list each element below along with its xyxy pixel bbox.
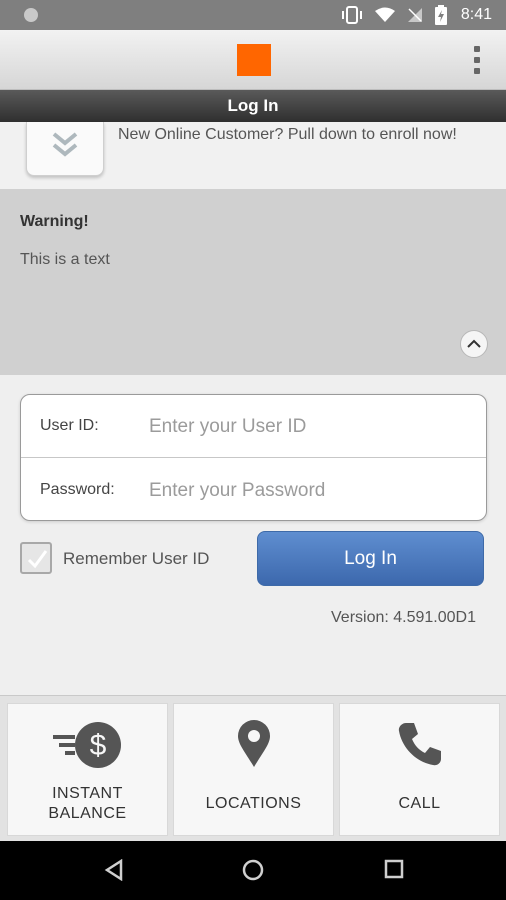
password-label: Password: [40, 481, 115, 498]
login-form: User ID: Password: [20, 394, 487, 521]
password-row: Password: [21, 459, 486, 522]
notification-dot-icon [24, 8, 38, 22]
tile-label-line1: INSTANT [52, 785, 123, 802]
remember-checkbox[interactable] [20, 542, 52, 574]
app-header [0, 30, 506, 90]
page-title: Log In [0, 90, 506, 122]
status-bar: 8:41 [0, 0, 506, 30]
enroll-prompt: New Online Customer? Pull down to enroll… [118, 126, 457, 143]
instant-balance-button[interactable]: $ INSTANT BALANCE [7, 703, 168, 836]
user-id-row: User ID: [21, 395, 486, 458]
locations-button[interactable]: LOCATIONS [173, 703, 334, 836]
pull-down-tab[interactable] [26, 122, 104, 176]
home-icon[interactable] [242, 859, 264, 881]
chevron-up-icon [467, 339, 481, 348]
wifi-icon [374, 7, 395, 22]
enroll-area: New Online Customer? Pull down to enroll… [0, 122, 506, 189]
no-sim-icon [407, 8, 422, 22]
user-id-input[interactable] [149, 409, 469, 445]
call-button[interactable]: CALL [339, 703, 500, 836]
quick-actions-bar: $ INSTANT BALANCE LOCATIONS CALL [0, 695, 506, 841]
status-icons: 8:41 [341, 5, 492, 25]
recents-icon[interactable] [384, 859, 404, 879]
brand-logo [237, 44, 271, 76]
navigation-bar [0, 841, 506, 900]
back-icon[interactable] [104, 859, 124, 881]
location-pin-icon [174, 720, 333, 768]
version-text: Version: 4.591.00D1 [331, 609, 476, 626]
battery-icon [434, 5, 447, 25]
warning-body: This is a text [20, 251, 110, 268]
overflow-menu-icon[interactable] [472, 46, 482, 74]
tile-label: CALL [398, 795, 441, 812]
user-id-label: User ID: [40, 417, 99, 434]
remember-label[interactable]: Remember User ID [63, 549, 209, 569]
phone-icon [340, 720, 499, 768]
double-chevron-down-icon [52, 132, 78, 157]
password-input[interactable] [149, 473, 469, 509]
warning-panel: Warning! This is a text [0, 189, 506, 375]
collapse-button[interactable] [460, 330, 488, 358]
instant-balance-icon: $ [8, 720, 167, 770]
tile-label: LOCATIONS [205, 795, 302, 812]
check-icon [27, 550, 48, 569]
status-time: 8:41 [460, 6, 492, 23]
tile-label-line2: BALANCE [48, 805, 127, 822]
vibrate-icon [341, 6, 362, 24]
login-button[interactable]: Log In [257, 531, 484, 586]
warning-title: Warning! [20, 213, 89, 230]
svg-text:$: $ [89, 729, 106, 762]
